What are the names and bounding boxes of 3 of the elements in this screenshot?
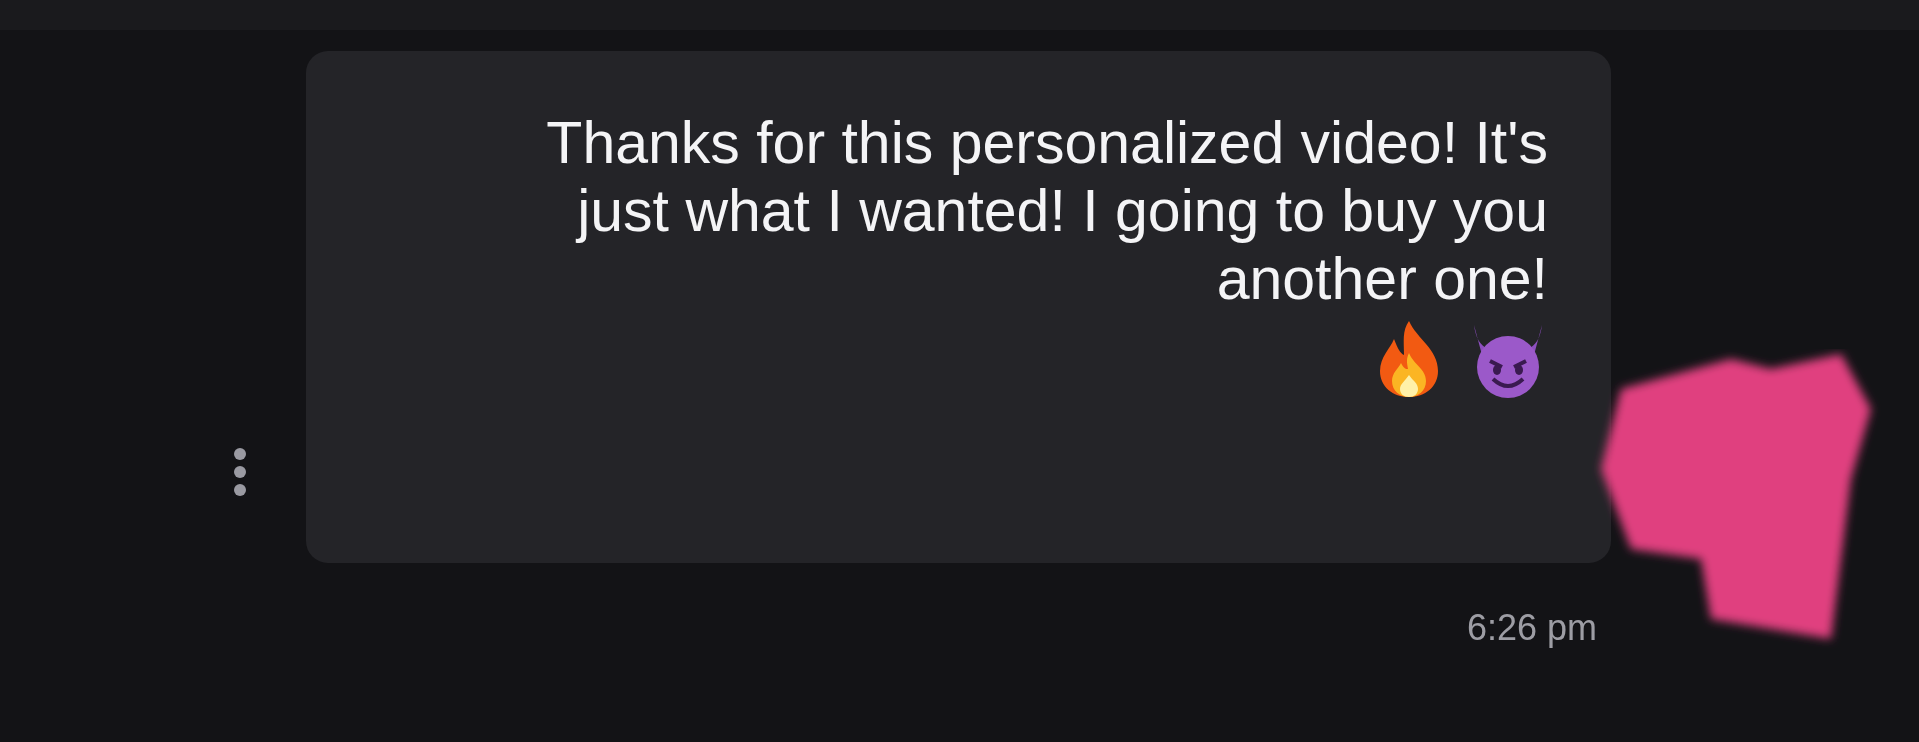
message-text: Thanks for this personalized video! It's just what I wanted! I going to buy you another one! xyxy=(545,109,1548,313)
more-options-icon[interactable] xyxy=(233,447,247,497)
message-time: 6:26 pm xyxy=(1466,607,1597,649)
